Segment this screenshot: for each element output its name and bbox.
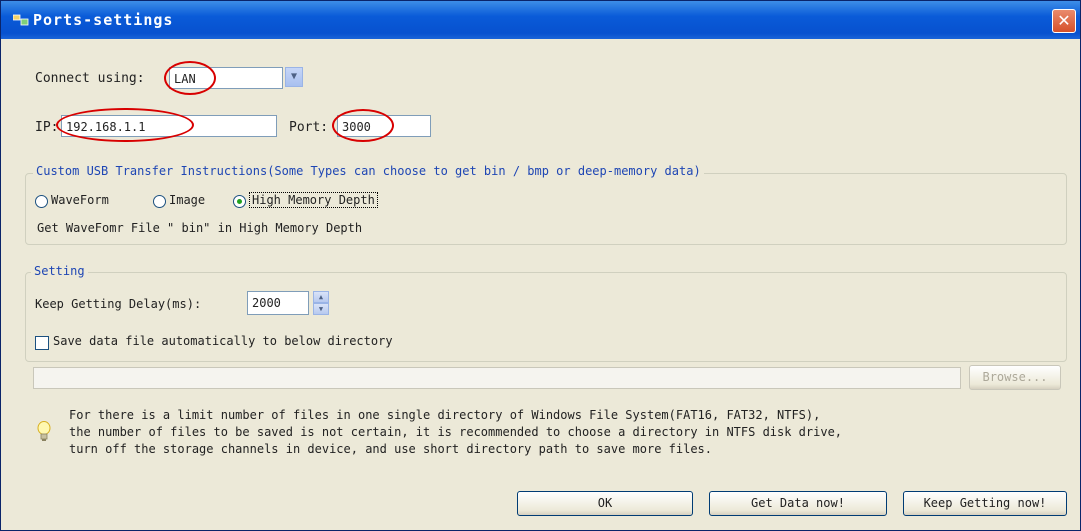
spinner-down-icon[interactable]: ▼ — [313, 303, 329, 315]
setting-group — [25, 272, 1067, 362]
info-message: For there is a limit number of files in … — [69, 407, 1069, 458]
get-data-now-button[interactable]: Get Data now! — [709, 491, 887, 516]
save-automatically-label[interactable]: Save data file automatically to below di… — [53, 334, 393, 348]
setting-group-legend: Setting — [31, 264, 88, 278]
highlight-circle-port — [332, 109, 394, 142]
keep-getting-now-button[interactable]: Keep Getting now! — [903, 491, 1067, 516]
close-button[interactable]: ✕ — [1052, 9, 1076, 33]
window-title: Ports-settings — [33, 11, 174, 29]
ports-settings-dialog: Ports-settings ✕ Connect using: LAN ▼ IP… — [0, 0, 1081, 531]
spinner-up-icon[interactable]: ▲ — [313, 291, 329, 303]
directory-input[interactable] — [33, 367, 961, 389]
radio-image-label[interactable]: Image — [169, 193, 205, 207]
radio-waveform[interactable] — [35, 195, 48, 208]
title-bar[interactable]: Ports-settings ✕ — [1, 1, 1080, 39]
lightbulb-icon — [37, 421, 51, 441]
radio-high-memory-depth-label[interactable]: High Memory Depth — [249, 192, 378, 208]
info-line: the number of files to be saved is not c… — [69, 425, 843, 439]
delay-label: Keep Getting Delay(ms): — [35, 297, 202, 311]
highlight-circle-ip — [56, 108, 194, 142]
save-automatically-checkbox[interactable] — [35, 336, 49, 350]
connect-using-label: Connect using: — [35, 71, 145, 86]
ip-label: IP: — [35, 120, 59, 135]
close-icon: ✕ — [1057, 11, 1071, 30]
radio-image[interactable] — [153, 195, 166, 208]
radio-waveform-label[interactable]: WaveForm — [51, 193, 109, 207]
port-label: Port: — [289, 120, 329, 135]
ok-button[interactable]: OK — [517, 491, 693, 516]
usb-group-legend: Custom USB Transfer Instructions(Some Ty… — [33, 164, 704, 178]
info-line: turn off the storage channels in device,… — [69, 442, 712, 456]
delay-spinner[interactable]: ▲ ▼ — [313, 291, 329, 315]
usb-description: Get WaveFomr File " bin" in High Memory … — [37, 221, 363, 235]
chevron-down-icon[interactable]: ▼ — [285, 67, 303, 87]
info-line: For there is a limit number of files in … — [69, 408, 821, 422]
browse-button[interactable]: Browse... — [969, 365, 1061, 390]
highlight-circle-lan — [164, 61, 216, 95]
delay-input[interactable]: 2000 — [247, 291, 309, 315]
radio-high-memory-depth[interactable] — [233, 195, 246, 208]
app-icon — [13, 14, 29, 26]
